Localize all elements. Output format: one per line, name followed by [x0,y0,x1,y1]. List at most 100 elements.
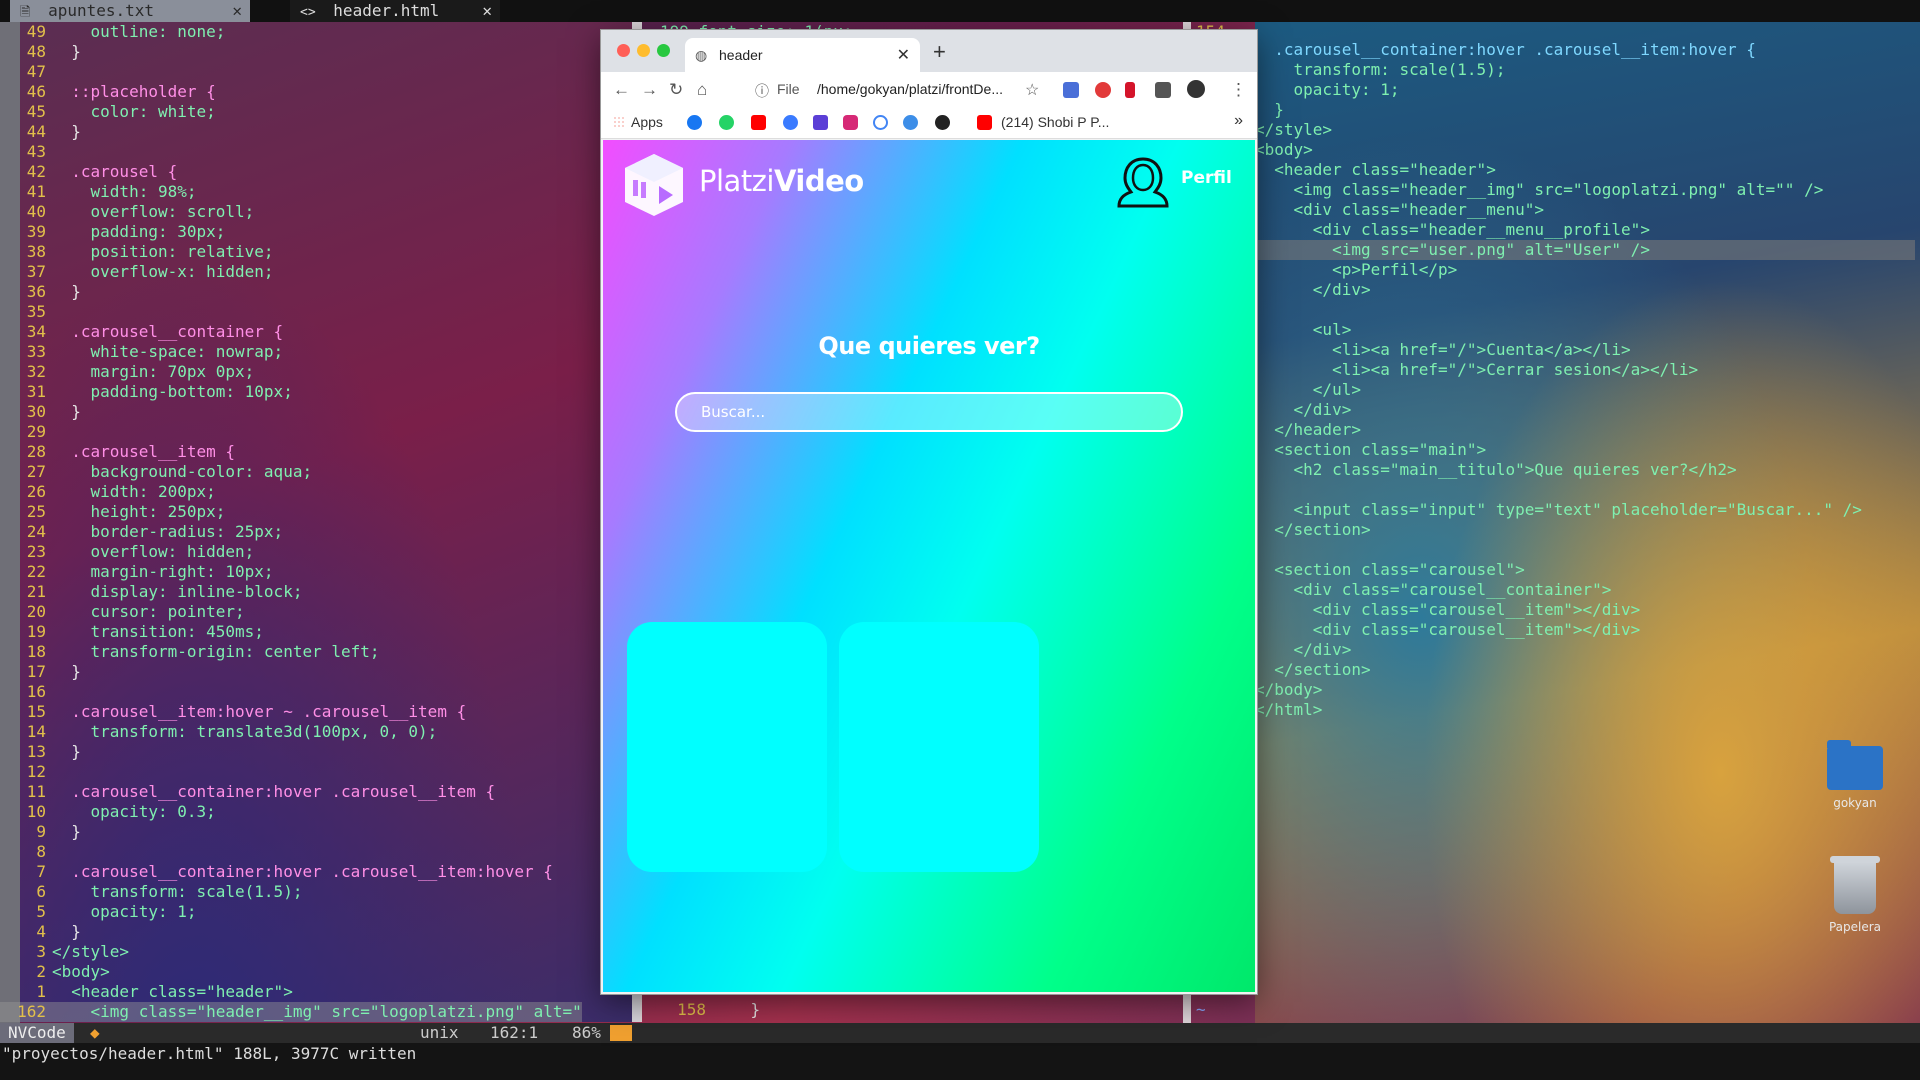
close-icon[interactable]: ✕ [482,0,492,22]
code-line[interactable]: </body> [1255,680,1322,700]
code-line[interactable]: 9 } [0,822,81,842]
code-line[interactable]: <section class="main"> [1255,440,1486,460]
home-icon[interactable]: ⌂ [697,80,707,100]
new-tab-button[interactable]: + [933,39,946,65]
code-line[interactable]: 17 } [0,662,81,682]
tab-apuntes[interactable]: 🗎 apuntes.txt ✕ [10,0,250,22]
messenger-icon[interactable] [783,115,798,130]
code-line[interactable]: 15 .carousel__item:hover ~ .carousel__it… [0,702,466,722]
bookmark-label[interactable]: (214) Shobi P P... [1001,114,1109,130]
kebab-menu-icon[interactable]: ⋮ [1230,80,1247,100]
maximize-window-button[interactable] [657,44,670,57]
code-line[interactable]: <div class="header__menu__profile"> [1255,220,1650,240]
carousel-item[interactable] [627,622,827,872]
code-line[interactable]: </style> [1255,120,1332,140]
code-line[interactable]: 27 background-color: aqua; [0,462,312,482]
code-line[interactable]: 29 [0,422,52,442]
code-line[interactable]: 10 opacity: 0.3; [0,802,216,822]
code-line[interactable]: 44 } [0,122,81,142]
code-line[interactable]: 43 [0,142,52,162]
bookmark-star-icon[interactable]: ☆ [1025,80,1039,100]
command-line[interactable]: "proyectos/header.html" 188L, 3977C writ… [0,1043,1920,1080]
translate-extension-icon[interactable] [1063,82,1079,98]
code-line[interactable]: <img class="header__img" src="logoplatzi… [1255,180,1824,200]
code-line[interactable]: <div class="carousel__item"></div> [1255,600,1641,620]
code-line[interactable]: 49 outline: none; [0,22,226,42]
code-line[interactable]: 31 padding-bottom: 10px; [0,382,293,402]
code-line[interactable]: 48 } [0,42,81,62]
close-tab-icon[interactable]: ✕ [897,45,910,65]
code-line[interactable]: <div class="header__menu"> [1255,200,1544,220]
code-line[interactable]: 20 cursor: pointer; [0,602,245,622]
code-line[interactable]: </html> [1255,700,1322,720]
editor-pane-left[interactable]: 49 outline: none; 48 } 47 46 ::placeholder … [0,22,640,1025]
code-line[interactable]: 16 [0,682,52,702]
code-line[interactable]: 38 position: relative; [0,242,274,262]
code-line[interactable]: <p>Perfil</p> [1255,260,1457,280]
adblock-extension-icon[interactable] [1095,82,1111,98]
code-line[interactable]: 18 transform-origin: center left; [0,642,380,662]
code-line[interactable]: 24 border-radius: 25px; [0,522,283,542]
code-line[interactable]: 8 [0,842,52,862]
code-line[interactable]: 13 } [0,742,81,762]
google-icon[interactable] [873,115,888,130]
code-line[interactable]: </div> [1255,640,1352,660]
code-line[interactable]: <section class="carousel"> [1255,560,1524,580]
code-line[interactable]: 11 .carousel__container:hover .carousel_… [0,782,495,802]
whatsapp-icon[interactable] [719,115,734,130]
close-window-button[interactable] [617,44,630,57]
code-line[interactable]: <li><a href="/">Cerrar sesion</a></li> [1255,360,1698,380]
code-line[interactable]: <body> [1255,140,1313,160]
code-line[interactable]: 47 [0,62,52,82]
video-icon[interactable] [813,115,828,130]
youtube-icon[interactable] [977,115,992,130]
code-line[interactable]: 21 display: inline-block; [0,582,303,602]
carousel-item[interactable] [839,622,1039,872]
code-line[interactable]: </section> [1255,660,1370,680]
user-icon[interactable] [1115,154,1171,210]
code-line[interactable]: <header class="header"> [1255,160,1496,180]
minimize-window-button[interactable] [637,44,650,57]
code-line[interactable]: 41 width: 98%; [0,182,197,202]
code-line[interactable]: 36 } [0,282,81,302]
code-line[interactable]: 35 [0,302,52,322]
code-line[interactable]: 6 transform: scale(1.5); [0,882,302,902]
puzzle-extensions-icon[interactable] [1155,82,1171,98]
code-line[interactable]: opacity: 1; [1255,80,1400,100]
code-line[interactable]: <div class="carousel__container"> [1255,580,1612,600]
close-icon[interactable]: ✕ [232,0,242,22]
code-line[interactable]: 19 transition: 450ms; [0,622,264,642]
code-line[interactable]: </section> [1255,520,1370,540]
browser-tab[interactable]: ◍ header ✕ [685,38,920,72]
code-line[interactable]: <input class="input" type="text" placeho… [1255,500,1862,520]
code-line[interactable]: <li><a href="/">Cuenta</a></li> [1255,340,1631,360]
code-line[interactable]: 3 </style> [0,942,129,962]
code-line[interactable]: 46 ::placeholder { [0,82,216,102]
code-line[interactable]: 162 <img class="header__img" src="logopl… [0,1002,582,1022]
profile-label[interactable]: Perfil [1181,168,1232,188]
instagram-icon[interactable] [843,115,858,130]
code-line[interactable]: </div> [1255,400,1352,420]
code-line[interactable]: </div> [1255,280,1371,300]
code-line[interactable]: <img src="user.png" alt="User" /> [1255,240,1915,260]
code-line[interactable]: 28 .carousel__item { [0,442,235,462]
more-bookmarks-icon[interactable]: » [1234,112,1243,130]
code-line[interactable]: 34 .carousel__container { [0,322,283,342]
code-line[interactable]: 30 } [0,402,81,422]
code-line[interactable]: </header> [1255,420,1361,440]
code-line[interactable]: transform: scale(1.5); [1255,60,1506,80]
code-line[interactable]: 33 white-space: nowrap; [0,342,283,362]
editor-pane-right[interactable]: .carousel__container:hover .carousel__it… [1255,40,1915,740]
facebook-icon[interactable] [687,115,702,130]
code-line[interactable]: <div class="carousel__item"></div> [1255,620,1641,640]
code-line[interactable]: <h2 class="main__titulo">Que quieres ver… [1255,460,1737,480]
forward-icon[interactable]: → [641,80,658,100]
tab-header-html[interactable]: <> header.html ✕ [290,0,500,22]
desktop-trash[interactable]: Papelera [1815,856,1895,934]
code-line[interactable]: 14 transform: translate3d(100px, 0, 0); [0,722,438,742]
globe-bookmark-icon[interactable] [935,115,950,130]
profile-avatar[interactable] [1187,80,1205,98]
code-line[interactable]: 4 } [0,922,81,942]
code-line[interactable]: 12 [0,762,52,782]
code-line[interactable]: 37 overflow-x: hidden; [0,262,274,282]
